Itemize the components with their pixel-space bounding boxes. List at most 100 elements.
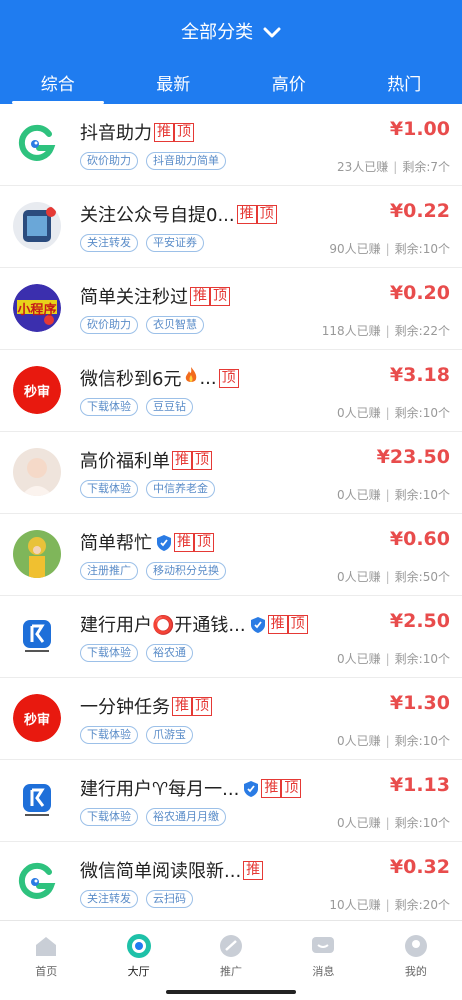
- task-tag: 裕农通月月缴: [146, 808, 226, 826]
- task-avatar: [13, 858, 61, 906]
- task-reward-price: ¥1.00: [389, 118, 450, 140]
- task-title-row: 一分钟任务推顶: [80, 692, 212, 720]
- task-title: 微信秒到6元: [80, 369, 182, 390]
- tabbar-promote-label: 推广: [220, 965, 243, 978]
- remaining-count: 剩余:7个: [402, 160, 450, 174]
- task-title-row: 关注公众号自提0... 推顶: [80, 200, 277, 228]
- task-tag: 豆豆钻: [146, 398, 193, 416]
- tab-high-price[interactable]: 高价: [231, 64, 347, 104]
- task-tag: 砍价助力: [80, 316, 138, 334]
- earned-count: 10人已赚: [329, 898, 381, 912]
- tab-latest[interactable]: 最新: [116, 64, 232, 104]
- task-avatar: [13, 202, 61, 250]
- earned-count: 0人已赚: [336, 570, 381, 584]
- promote-icon: [220, 935, 243, 957]
- promo-badge: 顶: [174, 122, 194, 142]
- task-item[interactable]: 秒审 一分钟任务推顶下载体验 爪游宝 ¥1.30 0人已赚 | 剩余:10个: [0, 678, 462, 760]
- task-title: 抖音助力: [80, 123, 152, 144]
- task-stats: 0人已赚 | 剩余:10个: [337, 732, 450, 749]
- home-icon: [36, 937, 57, 956]
- avatar-text: 小程序: [17, 302, 57, 318]
- task-tag: 平安证券: [146, 234, 204, 252]
- tab-comprehensive[interactable]: 综合: [0, 64, 116, 104]
- task-tag: 衣贝智慧: [146, 316, 204, 334]
- task-item[interactable]: 高价福利单推顶下载体验 中信养老金 ¥23.50 0人已赚 | 剩余:10个: [0, 432, 462, 514]
- avatar-text: 秒审: [23, 712, 50, 728]
- task-tags: 砍价助力 抖音助力简单: [80, 152, 226, 170]
- task-title-row: 微信秒到6元... 顶: [80, 364, 239, 392]
- task-item[interactable]: 抖音助力推顶砍价助力 抖音助力简单 ¥1.00 23人已赚 | 剩余:7个: [0, 104, 462, 186]
- task-avatar: [13, 612, 61, 660]
- task-tag: 砍价助力: [80, 152, 138, 170]
- task-tags: 下载体验 豆豆钻: [80, 398, 193, 416]
- task-item[interactable]: 建行用户⭕开通钱... 推顶下载体验 裕农通 ¥2.50 0人已赚 | 剩余:10个: [0, 596, 462, 678]
- stats-divider: |: [385, 570, 390, 584]
- promo-badge: 推: [243, 860, 264, 880]
- shield-icon: [239, 778, 259, 798]
- task-item[interactable]: 微信简单阅读限新... 推关注转发 云扫码 ¥0.32 10人已赚 | 剩余:20个: [0, 842, 462, 924]
- promo-badge: 推: [261, 778, 282, 798]
- task-title: 高价福利单: [80, 451, 170, 472]
- stats-divider: |: [385, 406, 390, 420]
- remaining-count: 剩余:10个: [394, 652, 450, 666]
- top-header: 全部分类 综合 最新 高价 热门: [0, 0, 462, 104]
- task-stats: 0人已赚 | 剩余:50个: [337, 568, 450, 585]
- category-selector[interactable]: 全部分类: [0, 18, 462, 44]
- task-tag: 下载体验: [80, 398, 138, 416]
- task-title-row: 简单帮忙 推顶: [80, 528, 214, 556]
- fire-icon: [181, 366, 199, 390]
- task-item[interactable]: 秒审 微信秒到6元... 顶下载体验 豆豆钻 ¥3.18 0人已赚 | 剩余:10个: [0, 350, 462, 432]
- promo-badge: 顶: [192, 696, 212, 716]
- task-title-row: 建行用户⭕开通钱... 推顶: [80, 610, 308, 638]
- task-stats: 10人已赚 | 剩余:20个: [329, 896, 450, 913]
- task-item[interactable]: 简单帮忙 推顶注册推广 移动积分兑换 ¥0.60 0人已赚 | 剩余:50个: [0, 514, 462, 596]
- task-tag: 下载体验: [80, 726, 138, 744]
- category-title[interactable]: 全部分类: [181, 22, 253, 43]
- promo-badge: 顶: [256, 204, 277, 224]
- task-title: 一分钟任务: [80, 697, 170, 718]
- remaining-count: 剩余:50个: [394, 570, 450, 584]
- task-tags: 砍价助力 衣贝智慧: [80, 316, 204, 334]
- promo-badge: 推: [172, 450, 192, 470]
- task-reward-price: ¥0.22: [389, 200, 450, 222]
- task-stats: 23人已赚 | 剩余:7个: [337, 158, 450, 175]
- promo-badge: 顶: [287, 614, 308, 634]
- task-avatar: [13, 776, 61, 824]
- task-title: 建行用户⭕开通钱...: [80, 615, 246, 636]
- task-tags: 关注转发 云扫码: [80, 890, 193, 908]
- tabbar-message[interactable]: 消息: [277, 921, 369, 1000]
- task-title: 建行用户♈每月一...: [80, 779, 240, 800]
- earned-count: 0人已赚: [336, 652, 381, 666]
- task-title-row: 建行用户♈每月一... 推顶: [80, 774, 302, 802]
- task-title-row: 微信简单阅读限新... 推: [80, 856, 264, 884]
- tabbar-profile[interactable]: 我的: [370, 921, 462, 1000]
- task-tags: 下载体验 爪游宝: [80, 726, 193, 744]
- task-stats: 90人已赚 | 剩余:10个: [329, 240, 450, 257]
- task-item[interactable]: 小程序 简单关注秒过推顶砍价助力 衣贝智慧 ¥0.20 118人已赚 | 剩余:22个: [0, 268, 462, 350]
- tabbar-home[interactable]: 首页: [0, 921, 92, 1000]
- task-stats: 0人已赚 | 剩余:10个: [337, 486, 450, 503]
- tabbar-hall[interactable]: 大厅: [92, 921, 184, 1000]
- task-list: 抖音助力推顶砍价助力 抖音助力简单 ¥1.00 23人已赚 | 剩余:7个 关注公众号自提0…: [0, 104, 462, 924]
- task-item[interactable]: 建行用户♈每月一... 推顶下载体验 裕农通月月缴 ¥1.13 0人已赚 | 剩余:10个: [0, 760, 462, 842]
- tab-hot[interactable]: 热门: [347, 64, 462, 104]
- tabbar-promote[interactable]: 推广: [185, 921, 277, 1000]
- promo-badge: 推: [172, 696, 192, 716]
- task-stats: 0人已赚 | 剩余:10个: [337, 650, 450, 667]
- task-tag: 注册推广: [80, 562, 138, 580]
- promo-badge: 顶: [281, 778, 302, 798]
- task-tags: 注册推广 移动积分兑换: [80, 562, 226, 580]
- task-reward-price: ¥3.18: [389, 364, 450, 386]
- remaining-count: 剩余:10个: [394, 488, 450, 502]
- task-item[interactable]: 关注公众号自提0... 推顶关注转发 平安证券 ¥0.22 90人已赚 | 剩余:10个: [0, 186, 462, 268]
- task-title: 简单帮忙: [80, 533, 152, 554]
- task-stats: 0人已赚 | 剩余:10个: [337, 404, 450, 421]
- task-reward-price: ¥23.50: [376, 446, 450, 468]
- promo-badge: 推: [190, 286, 210, 306]
- promo-badge: 顶: [210, 286, 230, 306]
- task-reward-price: ¥1.13: [389, 774, 450, 796]
- task-title-row: 抖音助力推顶: [80, 118, 194, 146]
- home-indicator: [166, 990, 296, 994]
- stats-divider: |: [385, 242, 390, 256]
- task-title-row: 高价福利单推顶: [80, 446, 212, 474]
